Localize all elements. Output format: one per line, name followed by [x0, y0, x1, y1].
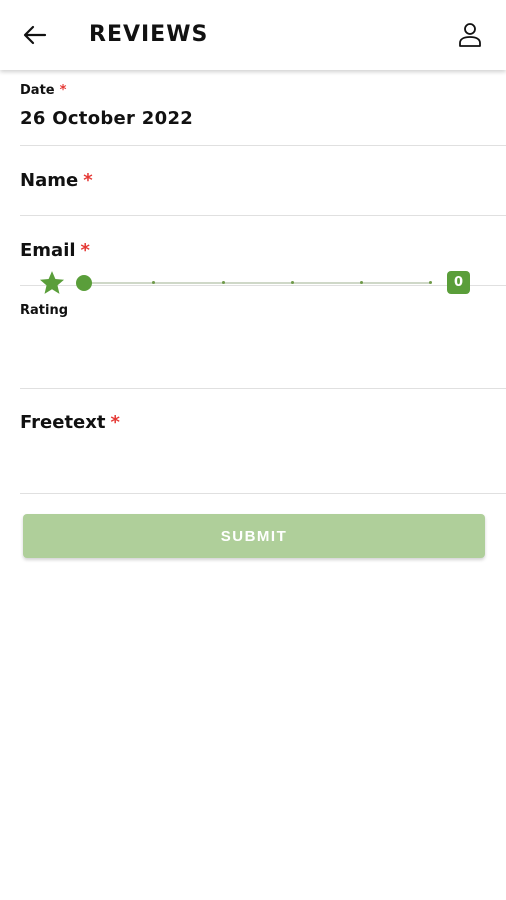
rating-value-badge: 0: [447, 271, 470, 294]
date-value: 26 October 2022: [20, 108, 194, 129]
required-mark: *: [80, 240, 90, 261]
slider-tick: [152, 281, 155, 284]
freetext-label-text: Freetext: [20, 412, 106, 433]
profile-button[interactable]: [454, 20, 486, 50]
name-field[interactable]: Name *: [0, 146, 506, 215]
submit-button[interactable]: SUBMIT: [23, 514, 485, 558]
arrow-left-icon: [23, 25, 47, 45]
freetext-label: Freetext *: [20, 411, 120, 435]
slider-tick: [291, 281, 294, 284]
date-field[interactable]: Date * 26 October 2022: [0, 70, 506, 145]
app-bar: REVIEWS: [0, 0, 506, 70]
date-label-text: Date: [20, 83, 55, 98]
rating-label: Rating: [20, 303, 69, 318]
required-mark: *: [83, 170, 93, 191]
name-label: Name *: [20, 169, 93, 193]
date-label: Date *: [20, 82, 66, 100]
back-button[interactable]: [18, 20, 52, 50]
required-mark: *: [110, 412, 120, 433]
rating-slider[interactable]: 0: [38, 269, 478, 297]
slider-thumb[interactable]: [76, 275, 92, 291]
slider-track[interactable]: [84, 282, 430, 284]
email-label: Email *: [20, 239, 90, 263]
slider-tick: [429, 281, 432, 284]
email-label-text: Email: [20, 240, 76, 261]
required-mark: *: [59, 83, 67, 98]
name-label-text: Name: [20, 170, 79, 191]
divider: [20, 493, 506, 494]
slider-tick: [360, 281, 363, 284]
slider-tick: [222, 281, 225, 284]
page-title: REVIEWS: [89, 22, 209, 47]
freetext-field[interactable]: Freetext *: [0, 389, 506, 493]
user-icon: [459, 23, 481, 47]
star-icon: [39, 271, 65, 294]
